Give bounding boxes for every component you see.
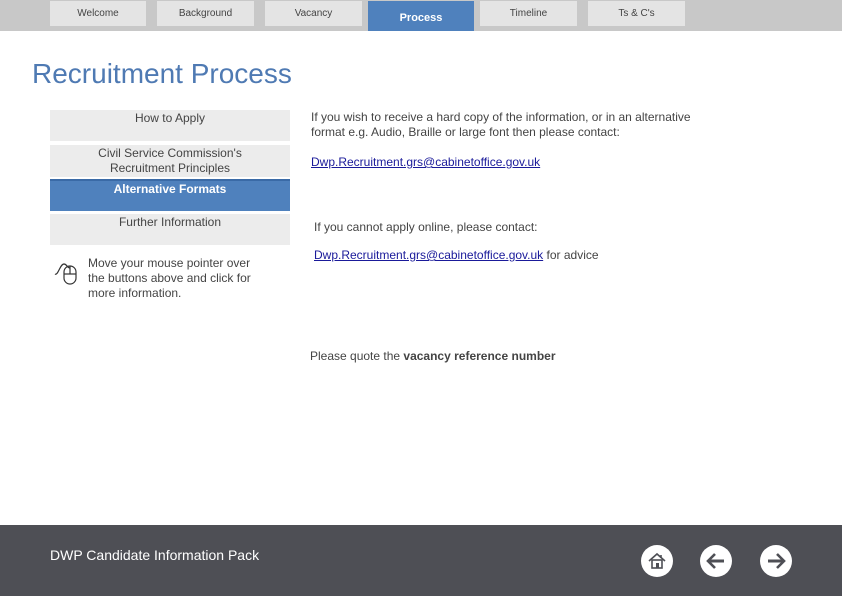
footer-title: DWP Candidate Information Pack (50, 547, 260, 563)
home-button[interactable] (641, 545, 673, 577)
email-suffix: for advice (543, 248, 599, 262)
tab-vacancy[interactable]: Vacancy (265, 1, 362, 26)
tab-background[interactable]: Background (157, 1, 254, 26)
email-link-2[interactable]: Dwp.Recruitment.grs@cabinetoffice.gov.uk (314, 248, 543, 262)
tab-process[interactable]: Process (368, 1, 474, 31)
side-button-how-to-apply[interactable]: How to Apply (50, 110, 290, 141)
cannot-apply-text: If you cannot apply online, please conta… (314, 220, 538, 234)
page-title: Recruitment Process (32, 58, 292, 89)
arrow-right-icon (768, 553, 786, 569)
tab-ts-and-cs[interactable]: Ts & C's (588, 1, 685, 26)
quote-prefix: Please quote the (310, 349, 404, 363)
quote-bold: vacancy reference number (403, 349, 556, 363)
mouse-icon (54, 263, 77, 285)
hover-hint-text: Move your mouse pointer over the buttons… (88, 256, 251, 300)
back-button[interactable] (700, 545, 732, 577)
tab-welcome[interactable]: Welcome (50, 1, 146, 26)
side-button-further-information[interactable]: Further Information (50, 214, 290, 245)
side-button-recruitment-principles[interactable]: Civil Service Commission's Recruitment P… (50, 145, 290, 177)
top-nav-bar: Welcome Background Vacancy Process Timel… (0, 0, 842, 31)
arrow-left-icon (706, 553, 724, 569)
next-button[interactable] (760, 545, 792, 577)
email-link-1[interactable]: Dwp.Recruitment.grs@cabinetoffice.gov.uk (311, 155, 540, 169)
quote-reference-text: Please quote the vacancy reference numbe… (310, 349, 556, 364)
side-button-alternative-formats[interactable]: Alternative Formats (50, 179, 290, 211)
email-line-1: Dwp.Recruitment.grs@cabinetoffice.gov.uk (311, 155, 540, 170)
tab-timeline[interactable]: Timeline (480, 1, 577, 26)
home-icon (648, 552, 666, 569)
email-line-2: Dwp.Recruitment.grs@cabinetoffice.gov.uk… (314, 248, 599, 263)
alternative-formats-text: If you wish to receive a hard copy of th… (311, 110, 691, 139)
